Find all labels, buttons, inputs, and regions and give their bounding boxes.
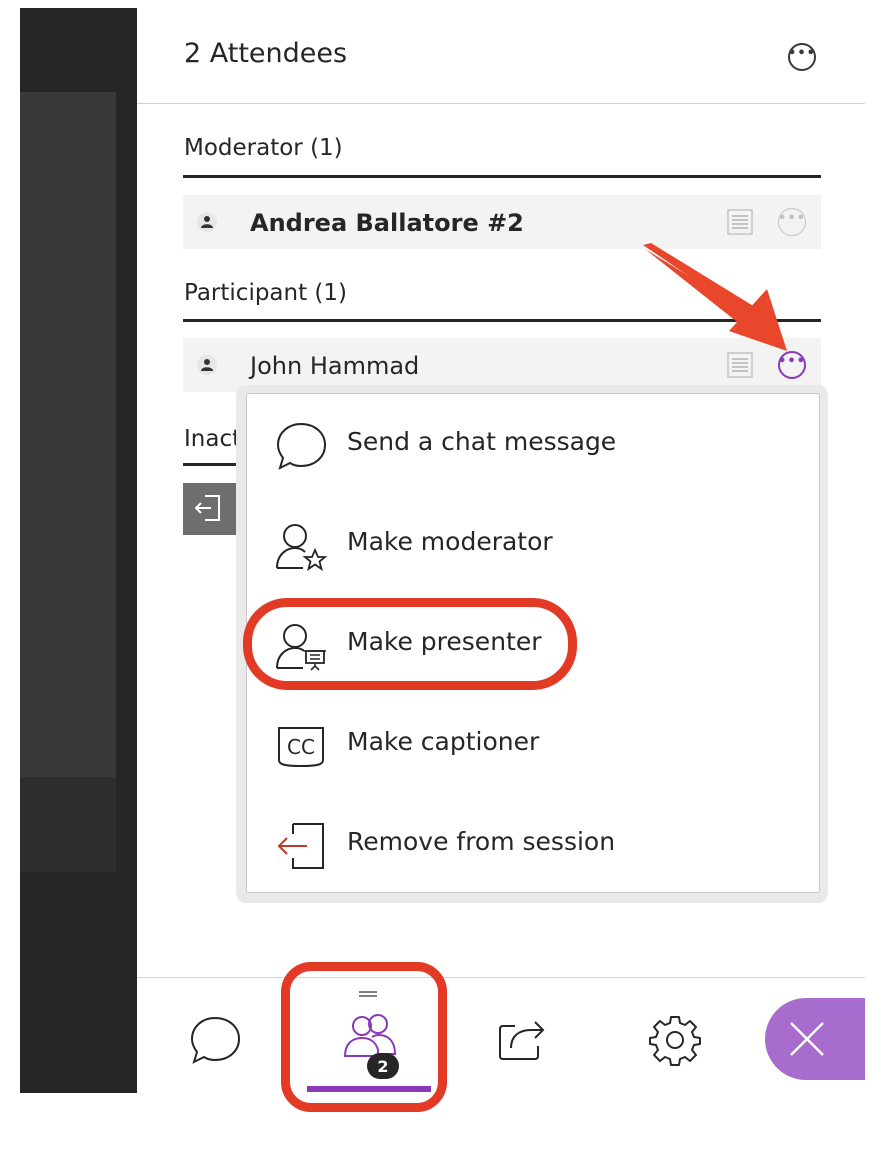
list-icon	[727, 209, 753, 235]
menu-item-label: Remove from session	[347, 827, 616, 856]
session-video-area	[20, 92, 116, 777]
person-star-icon	[276, 524, 327, 572]
more-icon: •••	[778, 211, 806, 226]
user-icon	[201, 216, 213, 228]
menu-item-remove-from-session[interactable]: Remove from session	[247, 794, 819, 894]
attendee-options-button[interactable]: •••	[778, 208, 806, 236]
avatar	[197, 355, 217, 375]
attendee-name: John Hammad	[250, 352, 420, 380]
menu-item-send-chat[interactable]: Send a chat message	[247, 394, 819, 494]
svg-text:CC: CC	[287, 735, 315, 759]
exit-door-icon	[277, 823, 324, 869]
chat-icon[interactable]	[189, 1014, 241, 1066]
section-divider	[183, 463, 243, 466]
exit-icon	[194, 495, 220, 521]
menu-item-label: Make moderator	[347, 527, 553, 556]
panel-title: 2 Attendees	[184, 38, 348, 69]
section-divider	[183, 175, 821, 178]
panel-options-button[interactable]: •••	[788, 43, 816, 71]
bottom-toolbar: 2	[137, 977, 865, 1094]
inactive-section-title: Inact	[184, 426, 242, 452]
chat-bubble-icon	[276, 422, 327, 470]
menu-item-make-moderator[interactable]: Make moderator	[247, 494, 819, 594]
avatar	[197, 212, 217, 232]
share-content-icon[interactable]	[497, 1016, 547, 1062]
menu-item-label: Make captioner	[347, 727, 540, 756]
close-icon	[790, 1022, 824, 1056]
cc-icon: CC	[278, 727, 324, 768]
menu-item-make-captioner[interactable]: CC Make captioner	[247, 694, 819, 794]
annotation-highlight-presenter	[243, 598, 577, 690]
participant-section-title: Participant (1)	[184, 280, 348, 306]
moderator-section-title: Moderator (1)	[184, 135, 343, 161]
user-icon	[201, 359, 213, 371]
settings-gear-icon[interactable]	[649, 1014, 701, 1066]
panel-header: 2 Attendees •••	[137, 8, 865, 104]
more-icon: •••	[788, 46, 816, 61]
attendee-name: Andrea Ballatore #2	[250, 209, 524, 237]
session-lower-area	[20, 777, 116, 872]
annotation-highlight-attendees	[281, 962, 447, 1112]
close-panel-button[interactable]	[765, 998, 865, 1080]
menu-item-label: Send a chat message	[347, 427, 617, 456]
annotation-arrow	[643, 243, 787, 351]
